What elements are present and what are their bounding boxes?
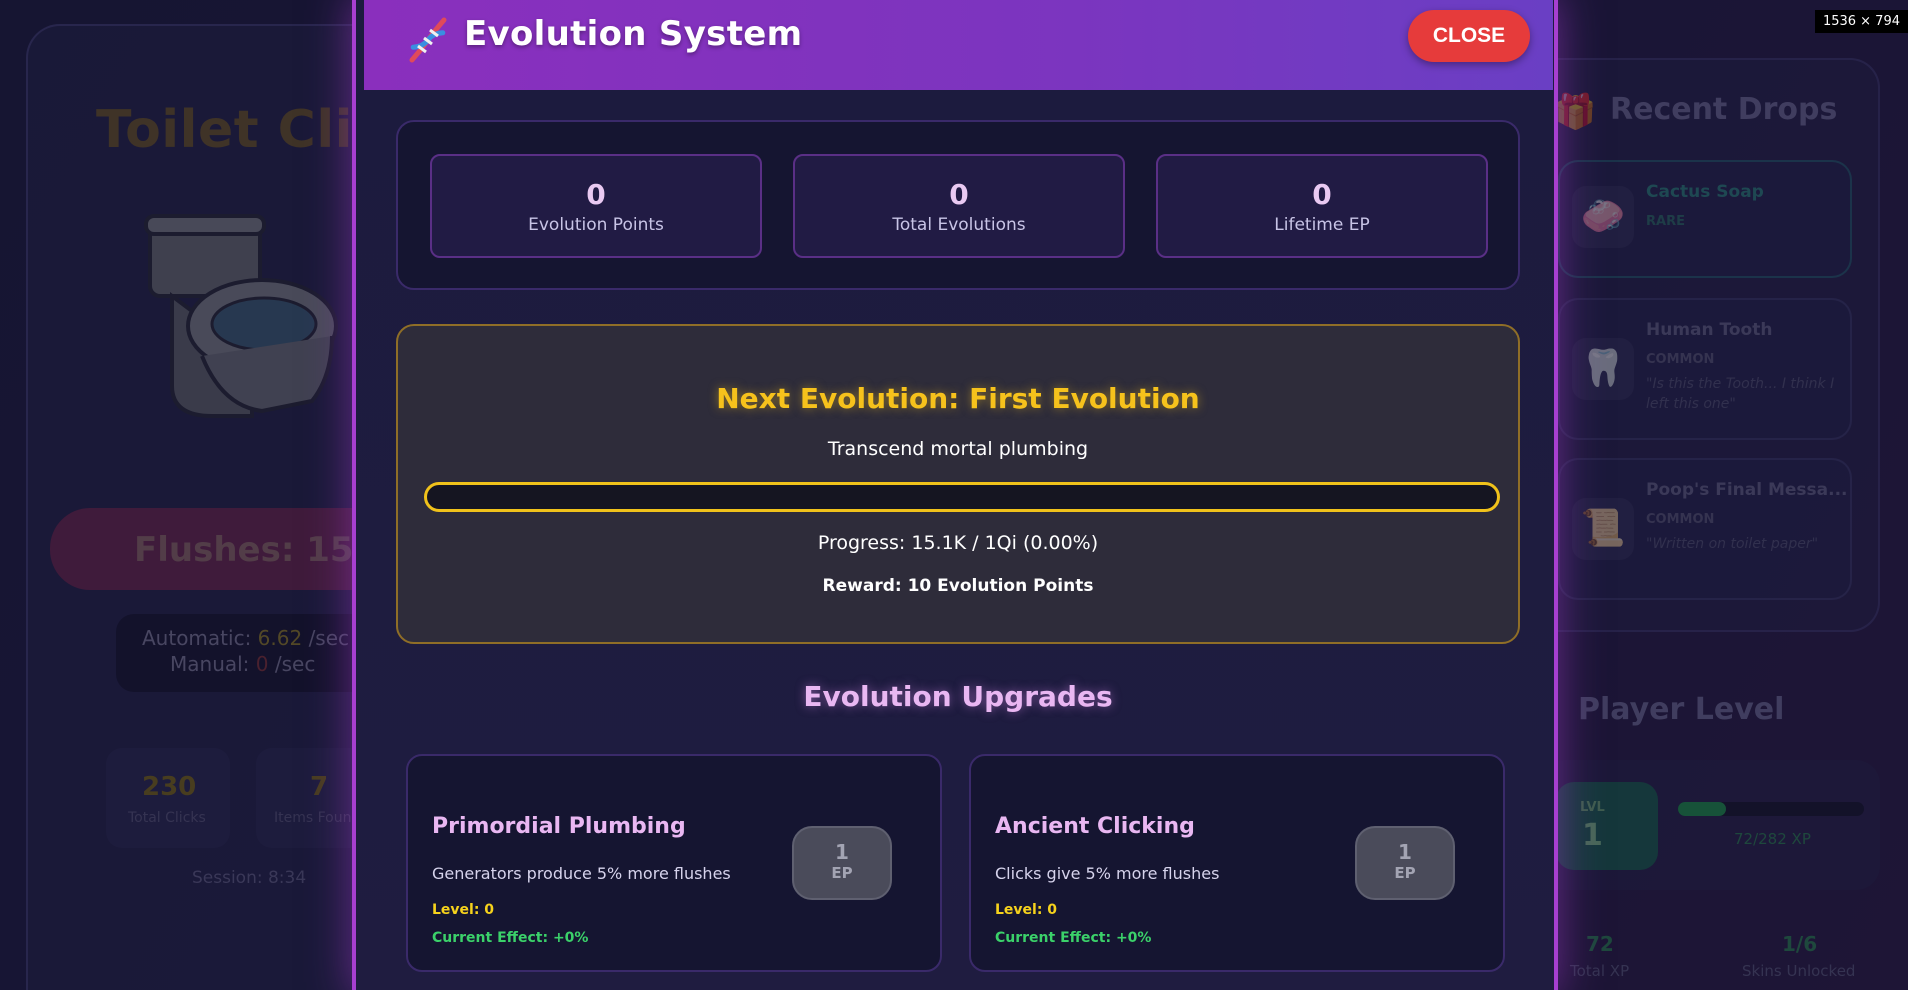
size-badge: 1536 × 794 [1814, 10, 1908, 33]
upgrades-title: Evolution Upgrades [803, 680, 1113, 713]
upgrade-cost-unit: EP [831, 864, 853, 882]
evolution-points-card: 0 Evolution Points [430, 154, 762, 258]
upgrade-cost: 1 [835, 840, 849, 864]
evolution-progress-bar [424, 482, 1500, 512]
upgrade-level: Level: 0 [995, 902, 1058, 918]
lifetime-ep-value: 0 [1312, 178, 1332, 211]
modal-title: Evolution System [464, 14, 803, 54]
next-evolution-title: Next Evolution: First Evolution [716, 382, 1200, 415]
lifetime-ep-label: Lifetime EP [1274, 215, 1370, 235]
total-evolutions-label: Total Evolutions [892, 215, 1026, 235]
next-evolution-panel: Next Evolution: First Evolution Transcen… [396, 324, 1520, 644]
upgrade-cost-unit: EP [1394, 864, 1416, 882]
evolution-stats-panel: 0 Evolution Points 0 Total Evolutions 0 … [396, 120, 1520, 290]
upgrade-description: Clicks give 5% more flushes [995, 864, 1220, 883]
evolution-points-label: Evolution Points [528, 215, 664, 235]
upgrade-card-ancient-clicking: Ancient Clicking Clicks give 5% more flu… [969, 754, 1505, 972]
evolution-modal: Evolution System CLOSE 0 Evolution Point… [352, 0, 1558, 990]
evolution-points-value: 0 [586, 178, 606, 211]
total-evolutions-card: 0 Total Evolutions [793, 154, 1125, 258]
evolution-reward-text: Reward: 10 Evolution Points [822, 576, 1094, 596]
upgrade-card-primordial-plumbing: Primordial Plumbing Generators produce 5… [406, 754, 942, 972]
upgrade-cost: 1 [1398, 840, 1412, 864]
upgrade-name: Primordial Plumbing [432, 814, 686, 839]
upgrade-effect: Current Effect: +0% [995, 930, 1152, 946]
buy-upgrade-button[interactable]: 1 EP [792, 826, 892, 900]
next-evolution-description: Transcend mortal plumbing [827, 438, 1089, 460]
evolution-progress-text: Progress: 15.1K / 1Qi (0.00%) [817, 532, 1099, 554]
upgrade-name: Ancient Clicking [995, 814, 1195, 839]
modal-header: Evolution System CLOSE [364, 0, 1553, 90]
lifetime-ep-card: 0 Lifetime EP [1156, 154, 1488, 258]
close-button[interactable]: CLOSE [1408, 10, 1530, 62]
dna-icon [409, 17, 447, 63]
upgrade-level: Level: 0 [432, 902, 495, 918]
upgrade-effect: Current Effect: +0% [432, 930, 589, 946]
upgrade-description: Generators produce 5% more flushes [432, 864, 731, 883]
total-evolutions-value: 0 [949, 178, 969, 211]
buy-upgrade-button[interactable]: 1 EP [1355, 826, 1455, 900]
